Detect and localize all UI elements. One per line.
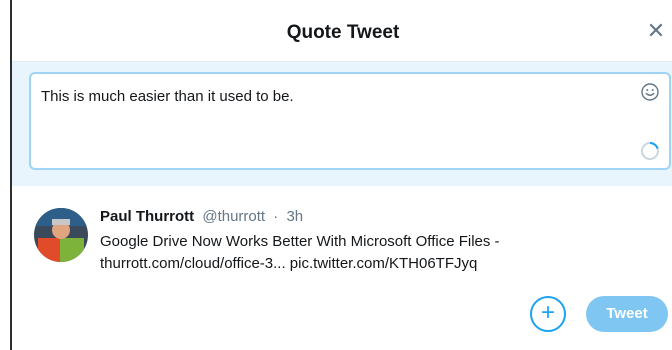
tweet-text-value: This is much easier than it used to be. xyxy=(41,88,294,105)
dialog-title: Quote Tweet xyxy=(286,22,400,43)
tweet-time[interactable]: 3h xyxy=(286,208,303,225)
quoted-tweet-text: Google Drive Now Works Better With Micro… xyxy=(100,231,620,275)
dialog-header: Quote Tweet ✕ xyxy=(12,0,672,62)
close-button[interactable]: ✕ xyxy=(644,17,668,45)
smiley-icon[interactable] xyxy=(640,82,660,102)
quoted-tweet-line-1: Google Drive Now Works Better With Micro… xyxy=(100,233,500,250)
quote-tweet-dialog: Quote Tweet ✕ This is much easier than i… xyxy=(10,0,672,350)
close-icon: ✕ xyxy=(646,18,666,43)
quoted-tweet-line-2[interactable]: thurrott.com/cloud/office-3... pic.twitt… xyxy=(100,253,620,275)
avatar xyxy=(34,208,88,262)
character-count-ring-icon xyxy=(641,142,659,160)
tweet-text-input[interactable]: This is much easier than it used to be. xyxy=(29,72,671,170)
quoted-tweet[interactable]: Paul Thurrott @thurrott · 3h Google Driv… xyxy=(12,200,672,280)
author-name[interactable]: Paul Thurrott xyxy=(100,208,194,225)
add-tweet-button[interactable]: + xyxy=(530,296,566,332)
plus-icon: + xyxy=(540,299,555,326)
tweet-button[interactable]: Tweet xyxy=(586,296,668,332)
compose-area: This is much easier than it used to be. xyxy=(12,62,672,186)
author-handle[interactable]: @thurrott xyxy=(202,208,265,225)
header-separator: · xyxy=(273,208,279,225)
quoted-tweet-header: Paul Thurrott @thurrott · 3h xyxy=(100,208,303,225)
